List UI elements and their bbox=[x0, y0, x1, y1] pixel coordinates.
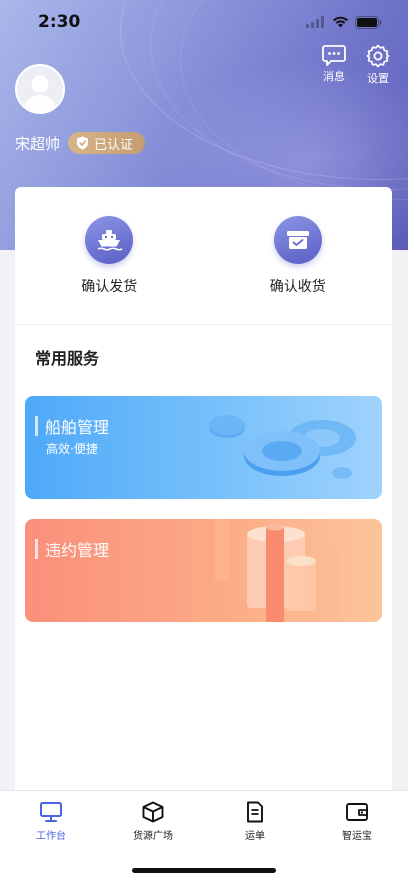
settings-button[interactable]: 设置 bbox=[366, 44, 390, 86]
home-indicator bbox=[132, 868, 276, 873]
tab-workbench[interactable]: 工作台 bbox=[1, 801, 101, 842]
quick-actions: 确认发货 确认收货 bbox=[15, 187, 392, 325]
verified-label: 已认证 bbox=[94, 137, 134, 153]
confirm-shipment-button[interactable]: 确认发货 bbox=[34, 215, 184, 296]
document-icon bbox=[247, 801, 263, 823]
messages-label: 消息 bbox=[323, 70, 345, 83]
ship-management-subtitle: 高效·便捷 bbox=[46, 442, 98, 456]
tab-workbench-label: 工作台 bbox=[36, 831, 66, 842]
confirm-shipment-label: 确认发货 bbox=[81, 278, 138, 295]
section-title: 常用服务 bbox=[35, 349, 100, 368]
violation-management-title: 违约管理 bbox=[45, 541, 110, 560]
violation-management-card[interactable]: 违约管理 bbox=[25, 519, 382, 622]
default-avatar-icon bbox=[17, 66, 63, 112]
coin-stack-illustration bbox=[209, 415, 356, 479]
shield-check-icon bbox=[77, 136, 89, 150]
verified-badge: 已认证 bbox=[68, 132, 146, 154]
tab-zhiyunbao[interactable]: 智运宝 bbox=[307, 801, 407, 842]
user-info: 宋超帅 已认证 bbox=[15, 132, 146, 154]
battery-icon bbox=[355, 15, 382, 29]
title-accent-bar bbox=[35, 416, 38, 436]
ship-management-title: 船舶管理 bbox=[45, 418, 110, 437]
inbox-check-icon bbox=[273, 215, 322, 264]
status-bar: 2:30 bbox=[0, 0, 408, 44]
message-icon bbox=[322, 45, 346, 66]
status-icons bbox=[306, 15, 382, 29]
main-card: 确认发货 确认收货 常用服务 船舶管理 高效·便捷 违约管理 bbox=[15, 187, 392, 797]
settings-label: 设置 bbox=[367, 72, 389, 85]
avatar[interactable] bbox=[15, 64, 65, 114]
monitor-icon bbox=[40, 802, 62, 822]
header-actions: 消息 设置 bbox=[322, 44, 390, 86]
wallet-icon bbox=[346, 803, 368, 821]
cylinder-illustration bbox=[215, 519, 339, 622]
confirm-receipt-button[interactable]: 确认收货 bbox=[223, 215, 373, 296]
ship-management-card[interactable]: 船舶管理 高效·便捷 bbox=[25, 396, 382, 499]
wifi-icon bbox=[333, 16, 348, 28]
ship-icon bbox=[85, 215, 134, 264]
tab-waybill-label: 运单 bbox=[245, 831, 265, 842]
cube-icon bbox=[142, 801, 164, 823]
tab-waybill[interactable]: 运单 bbox=[205, 801, 305, 842]
title-accent-bar bbox=[35, 539, 38, 559]
user-name: 宋超帅 bbox=[15, 134, 61, 153]
gear-icon bbox=[366, 44, 390, 68]
signal-icon bbox=[306, 16, 324, 28]
messages-button[interactable]: 消息 bbox=[322, 44, 346, 86]
tab-cargo-square[interactable]: 货源广场 bbox=[103, 801, 203, 842]
tab-cargo-square-label: 货源广场 bbox=[133, 831, 173, 842]
status-time: 2:30 bbox=[38, 12, 81, 32]
tab-zhiyunbao-label: 智运宝 bbox=[342, 831, 372, 842]
confirm-receipt-label: 确认收货 bbox=[269, 278, 326, 295]
